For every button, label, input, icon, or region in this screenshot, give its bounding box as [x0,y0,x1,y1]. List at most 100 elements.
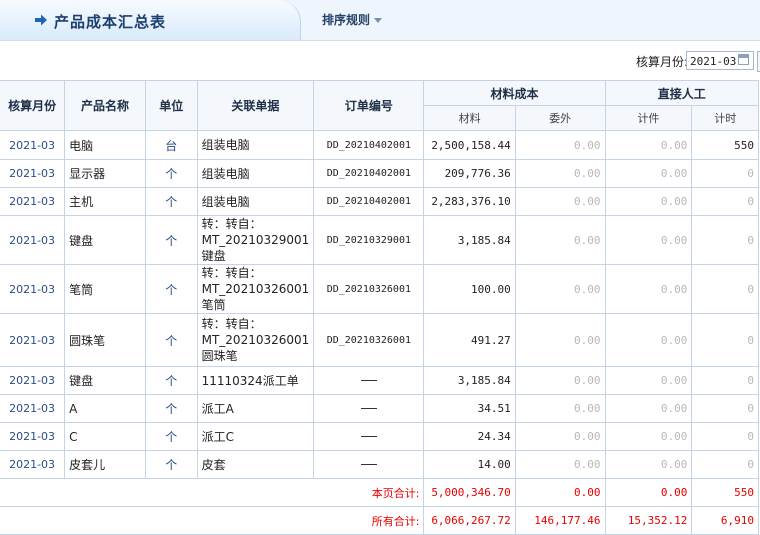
month-cell: 2021-03 [0,366,66,395]
col-header-time[interactable]: 计时 [691,105,759,131]
month-cell: 2021-03 [0,422,66,451]
related-doc-cell: 转：转自：MT_20210326001 笔筒 [196,264,315,314]
order-number-cell: DD_20210402001 [313,187,425,216]
unit-cell: 个 [144,264,198,314]
sort-rule-label: 排序规则 [322,13,371,27]
col-header-related[interactable]: 关联单据 [196,80,315,131]
table-row[interactable]: 2021-03 显示器个组装电脑 DD_20210402001 209,776.36 0… [0,159,759,188]
total-outsource-cell: 146,177.46 [514,506,606,535]
col-header-outsource[interactable]: 委外 [514,105,606,131]
product-name-cell: 键盘 [64,215,146,265]
related-doc-cell: 组装电脑 [196,187,315,216]
unit-cell: 个 [144,313,198,367]
cost-summary-table: 核算月份 产品名称 单位 关联单据 订单编号 材料成本 直接人工 材料 委外 计… [0,80,760,535]
col-header-piece[interactable]: 计件 [604,105,693,131]
time-wage-cell: 0 [691,394,759,423]
page-title: 产品成本汇总表 [54,13,167,31]
piece-wage-cell: 0.00 [604,159,693,188]
month-cell: 2021-03 [0,159,66,188]
product-name-cell: C [64,422,146,451]
table-row[interactable]: 2021-03 电脑台组装电脑 DD_20210402001 2,500,158.44… [0,130,759,160]
related-doc-cell: 转：转自：MT_20210326001 圆珠笔 [196,313,315,367]
piece-wage-cell: 0.00 [604,450,693,479]
col-header-material[interactable]: 材料 [423,105,516,131]
month-cell: 2021-03 [0,264,66,314]
table-row[interactable]: 2021-03 A 个派工A 34.51 0.00 0.00 0 [0,394,759,423]
table-row[interactable]: 2021-03 主机个组装电脑 DD_20210402001 2,283,376.10… [0,187,759,216]
related-doc-cell: 皮套 [196,450,315,479]
time-wage-cell: 0 [691,264,759,314]
outsource-cost-cell: 0.00 [514,394,606,423]
table-row[interactable]: 2021-03 键盘个转：转自：MT_20210329001 键盘 DD_20210… [0,215,759,265]
product-name-cell: 键盘 [64,366,146,395]
related-doc-cell: 组装电脑 [196,130,315,160]
piece-wage-cell: 0.00 [604,264,693,314]
calendar-icon[interactable] [738,54,749,65]
related-doc-cell: 派工C [196,422,315,451]
col-group-direct-labor: 直接人工 [604,80,760,106]
outsource-cost-cell: 0.00 [514,422,606,451]
material-cost-cell: 100.00 [423,264,516,314]
title-tab: 产品成本汇总表 [0,0,301,40]
total-time-cell: 550 [691,478,759,507]
total-piece-cell: 0.00 [604,478,693,507]
month-cell: 2021-03 [0,313,66,367]
table-row[interactable]: 2021-03 C 个派工C 24.34 0.00 0.00 0 [0,422,759,451]
time-wage-cell: 0 [691,313,759,367]
totals-label: 本页合计: [0,478,425,507]
material-cost-cell: 14.00 [423,450,516,479]
product-name-cell: 显示器 [64,159,146,188]
unit-cell: 个 [144,422,198,451]
order-number-cell: DD_20210326001 [313,313,425,367]
product-name-cell: 皮套儿 [64,450,146,479]
sort-rule-menu[interactable]: 排序规则 [322,11,383,28]
month-cell: 2021-03 [0,450,66,479]
empty-dash [360,435,377,437]
material-cost-cell: 209,776.36 [423,159,516,188]
unit-cell: 个 [144,394,198,423]
empty-dash [360,463,377,465]
piece-wage-cell: 0.00 [604,187,693,216]
product-name-cell: A [64,394,146,423]
related-doc-cell: 11110324派工单 [196,366,315,395]
piece-wage-cell: 0.00 [604,394,693,423]
outsource-cost-cell: 0.00 [514,130,606,160]
month-cell: 2021-03 [0,187,66,216]
table-row[interactable]: 2021-03 皮套儿个皮套 14.00 0.00 0.00 0 [0,450,759,479]
related-doc-cell: 转：转自：MT_20210329001 键盘 [196,215,315,265]
product-name-cell: 主机 [64,187,146,216]
related-doc-cell: 派工A [196,394,315,423]
total-time-cell: 6,910 [691,506,759,535]
order-number-cell [313,394,425,423]
piece-wage-cell: 0.00 [604,130,693,160]
month-cell: 2021-03 [0,394,66,423]
col-header-unit[interactable]: 单位 [144,80,198,131]
material-cost-cell: 24.34 [423,422,516,451]
material-cost-cell: 2,500,158.44 [423,130,516,160]
empty-dash [360,379,377,381]
totals-row: 所有合计: 6,066,267.72 146,177.46 15,352.12 6,91… [0,506,759,535]
outsource-cost-cell: 0.00 [514,159,606,188]
product-name-cell: 电脑 [64,130,146,160]
arrow-right-icon [35,14,47,26]
order-number-cell: DD_20210326001 [313,264,425,314]
col-group-material-cost: 材料成本 [423,80,606,106]
material-cost-cell: 3,185.84 [423,215,516,265]
table-row[interactable]: 2021-03 笔筒个转：转自：MT_20210326001 笔筒 DD_20210… [0,264,759,314]
col-header-month[interactable]: 核算月份 [0,80,66,131]
table-row[interactable]: 2021-03 键盘个 11110324派工单 3,185.84 0.00 0.00 0 [0,366,759,395]
material-cost-cell: 2,283,376.10 [423,187,516,216]
col-header-order[interactable]: 订单编号 [313,80,425,131]
table-row[interactable]: 2021-03 圆珠笔个转：转自：MT_20210326001 圆珠笔 DD_202… [0,313,759,367]
outsource-cost-cell: 0.00 [514,187,606,216]
unit-cell: 个 [144,366,198,395]
time-wage-cell: 0 [691,422,759,451]
outsource-cost-cell: 0.00 [514,313,606,367]
order-number-cell: DD_20210329001 [313,215,425,265]
outsource-cost-cell: 0.00 [514,366,606,395]
piece-wage-cell: 0.00 [604,422,693,451]
unit-cell: 台 [144,130,198,160]
unit-cell: 个 [144,215,198,265]
col-header-product[interactable]: 产品名称 [64,80,146,131]
time-wage-cell: 0 [691,450,759,479]
